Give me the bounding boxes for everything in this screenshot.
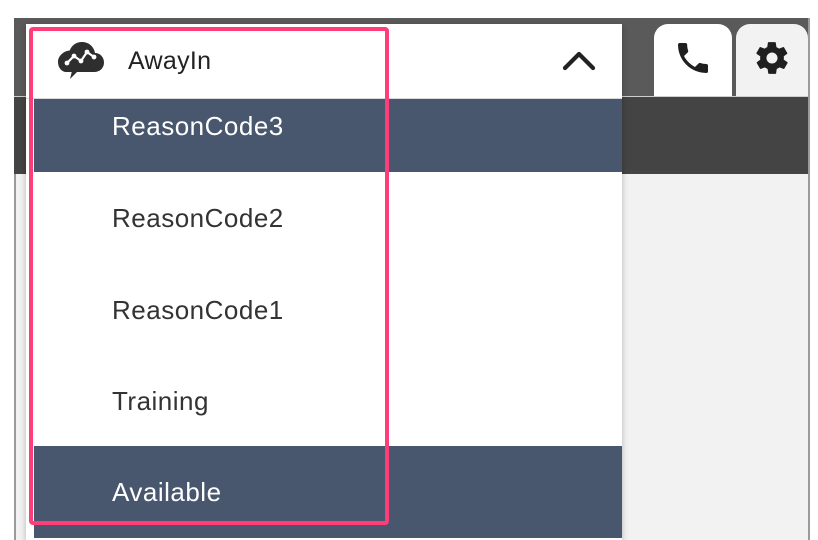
tab-settings[interactable]	[736, 24, 808, 96]
right-panel-edge	[808, 18, 818, 540]
current-status-label: AwayIn	[128, 47, 212, 75]
status-option-label: Available	[112, 476, 222, 507]
status-option-label: ReasonCode3	[112, 110, 284, 141]
status-option-label: ReasonCode1	[112, 294, 284, 325]
cloud-status-icon	[54, 38, 106, 85]
status-option-reasoncode1[interactable]: ReasonCode1	[34, 264, 622, 356]
status-option-label: ReasonCode2	[112, 202, 284, 233]
phone-icon	[673, 38, 713, 83]
status-option-reasoncode3[interactable]: ReasonCode3	[34, 98, 622, 172]
status-option-training[interactable]: Training	[34, 355, 622, 447]
status-option-label: Training	[112, 385, 209, 416]
status-option-available[interactable]: Available	[34, 446, 622, 538]
status-option-reasoncode2[interactable]: ReasonCode2	[34, 172, 622, 264]
status-dropdown-toggle[interactable]: AwayIn	[26, 24, 622, 99]
tab-phone[interactable]	[654, 24, 732, 96]
status-options-list: ReasonCode3 ReasonCode2 ReasonCode1 Trai…	[34, 98, 622, 540]
gear-icon	[753, 39, 791, 82]
status-dropdown: ReasonCode3 ReasonCode2 ReasonCode1 Trai…	[26, 24, 622, 540]
chevron-up-icon[interactable]	[560, 46, 598, 79]
